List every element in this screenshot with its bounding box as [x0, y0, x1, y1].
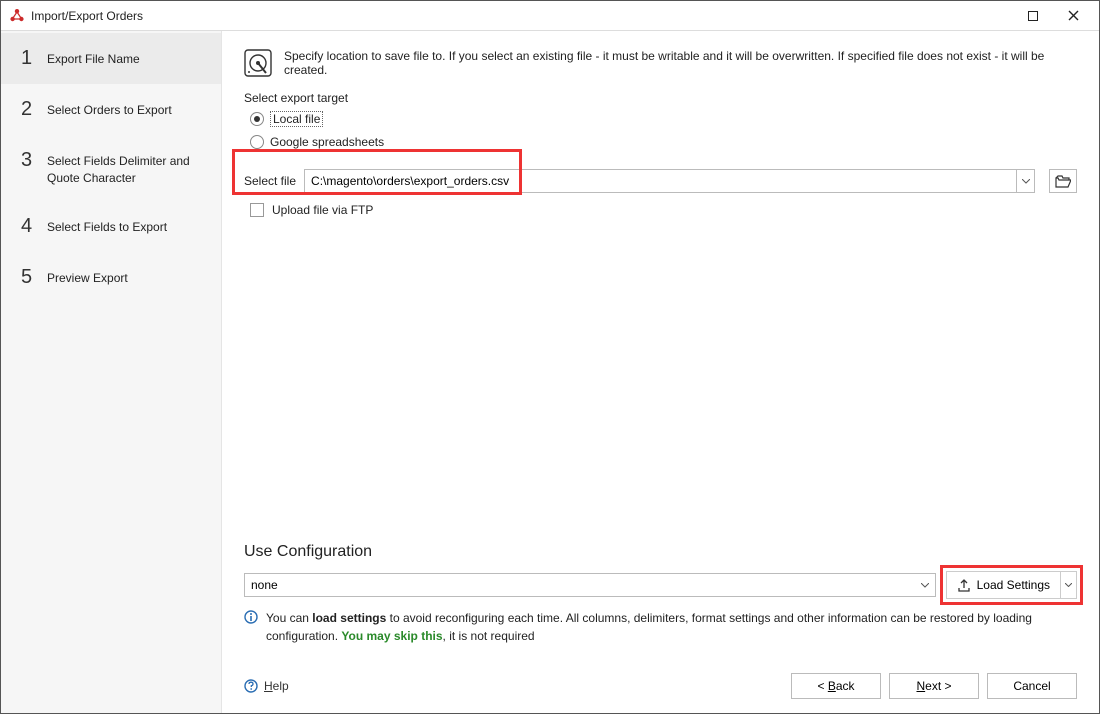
configuration-select-value: none: [251, 578, 278, 592]
upload-ftp-label: Upload file via FTP: [272, 203, 373, 217]
window-title: Import/Export Orders: [31, 9, 1013, 23]
select-file-label: Select file: [244, 174, 296, 188]
configuration-select[interactable]: none: [244, 573, 936, 597]
body: 1 Export File Name 2 Select Orders to Ex…: [1, 31, 1099, 713]
hint-text: You can load settings to avoid reconfigu…: [266, 609, 1077, 645]
next-button[interactable]: Next >: [889, 673, 979, 699]
help-link[interactable]: Help: [244, 679, 289, 693]
file-select-row: Select file: [244, 169, 1077, 193]
configuration-hint: You can load settings to avoid reconfigu…: [244, 609, 1077, 645]
window: Import/Export Orders 1 Export File Name …: [0, 0, 1100, 714]
step-preview-export[interactable]: 5 Preview Export: [1, 252, 221, 303]
chevron-down-icon: [921, 583, 929, 588]
radio-google-label: Google spreadsheets: [270, 135, 384, 149]
info-icon: [244, 610, 258, 624]
radio-google-spreadsheets[interactable]: Google spreadsheets: [250, 135, 1077, 149]
step-delimiter-quote[interactable]: 3 Select Fields Delimiter and Quote Char…: [1, 135, 221, 201]
checkbox-icon: [250, 203, 264, 217]
titlebar: Import/Export Orders: [1, 1, 1099, 31]
info-text: Specify location to save file to. If you…: [284, 49, 1077, 77]
close-button[interactable]: [1053, 2, 1093, 30]
load-settings-dropdown[interactable]: [1060, 572, 1076, 598]
step-select-orders[interactable]: 2 Select Orders to Export: [1, 84, 221, 135]
info-row: Specify location to save file to. If you…: [244, 49, 1077, 77]
use-configuration-section: Use Configuration none Load Settings: [244, 543, 1077, 645]
use-configuration-title: Use Configuration: [244, 543, 1077, 561]
file-path-input[interactable]: [304, 169, 1017, 193]
upload-ftp-checkbox-row[interactable]: Upload file via FTP: [250, 203, 1077, 217]
radio-icon: [250, 112, 264, 126]
help-icon: [244, 679, 258, 693]
main-panel: Specify location to save file to. If you…: [222, 31, 1099, 713]
file-path-dropdown[interactable]: [1017, 169, 1035, 193]
step-export-file-name[interactable]: 1 Export File Name: [1, 33, 221, 84]
export-target-label: Select export target: [244, 91, 1077, 105]
radio-local-file-label: Local file: [270, 111, 323, 127]
load-settings-label: Load Settings: [977, 578, 1050, 592]
footer: Help < Back Next > Cancel: [244, 673, 1077, 699]
cancel-button[interactable]: Cancel: [987, 673, 1077, 699]
wizard-steps-sidebar: 1 Export File Name 2 Select Orders to Ex…: [1, 31, 222, 713]
back-button[interactable]: < Back: [791, 673, 881, 699]
disk-icon: [244, 49, 272, 77]
maximize-button[interactable]: [1013, 2, 1053, 30]
browse-button[interactable]: [1049, 169, 1077, 193]
radio-icon: [250, 135, 264, 149]
step-select-fields[interactable]: 4 Select Fields to Export: [1, 201, 221, 252]
upload-icon: [957, 578, 971, 592]
folder-open-icon: [1055, 175, 1071, 188]
app-icon: [9, 8, 25, 24]
radio-local-file[interactable]: Local file: [250, 111, 1077, 127]
load-settings-button[interactable]: Load Settings: [946, 571, 1077, 599]
